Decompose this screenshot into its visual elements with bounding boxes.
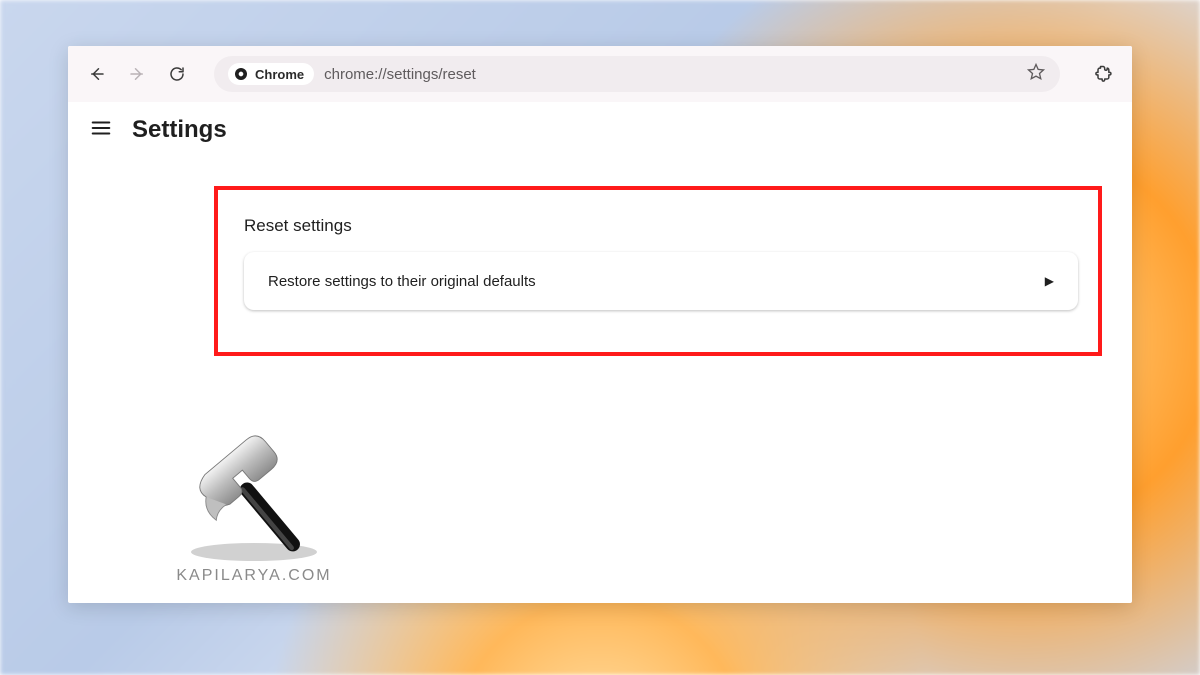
reload-button[interactable]	[160, 57, 194, 91]
site-chip-label: Chrome	[255, 67, 304, 82]
arrow-right-icon	[128, 65, 146, 83]
watermark-text: KAPILARYA.COM	[176, 567, 331, 585]
arrow-left-icon	[88, 65, 106, 83]
restore-defaults-label: Restore settings to their original defau…	[268, 273, 536, 290]
bookmark-button[interactable]	[1026, 62, 1046, 87]
url-text: chrome://settings/reset	[324, 66, 476, 83]
page-title: Settings	[132, 116, 227, 144]
back-button[interactable]	[80, 57, 114, 91]
restore-defaults-row[interactable]: Restore settings to their original defau…	[244, 252, 1078, 310]
forward-button[interactable]	[120, 57, 154, 91]
settings-header: Settings	[68, 102, 1132, 158]
browser-toolbar: Chrome chrome://settings/reset	[68, 46, 1132, 102]
reload-icon	[168, 65, 186, 83]
browser-window: Chrome chrome://settings/reset Settings …	[68, 46, 1132, 603]
section-title: Reset settings	[244, 216, 352, 236]
hamburger-icon	[90, 117, 112, 139]
puzzle-icon	[1093, 64, 1113, 84]
chevron-right-icon: ▶	[1045, 274, 1054, 288]
hammer-icon	[164, 423, 344, 573]
address-bar[interactable]: Chrome chrome://settings/reset	[214, 56, 1060, 92]
extensions-button[interactable]	[1086, 57, 1120, 91]
watermark: KAPILARYA.COM	[164, 423, 344, 585]
star-icon	[1026, 62, 1046, 82]
site-chip[interactable]: Chrome	[228, 63, 314, 85]
chrome-icon	[233, 66, 249, 82]
menu-button[interactable]	[90, 117, 112, 144]
